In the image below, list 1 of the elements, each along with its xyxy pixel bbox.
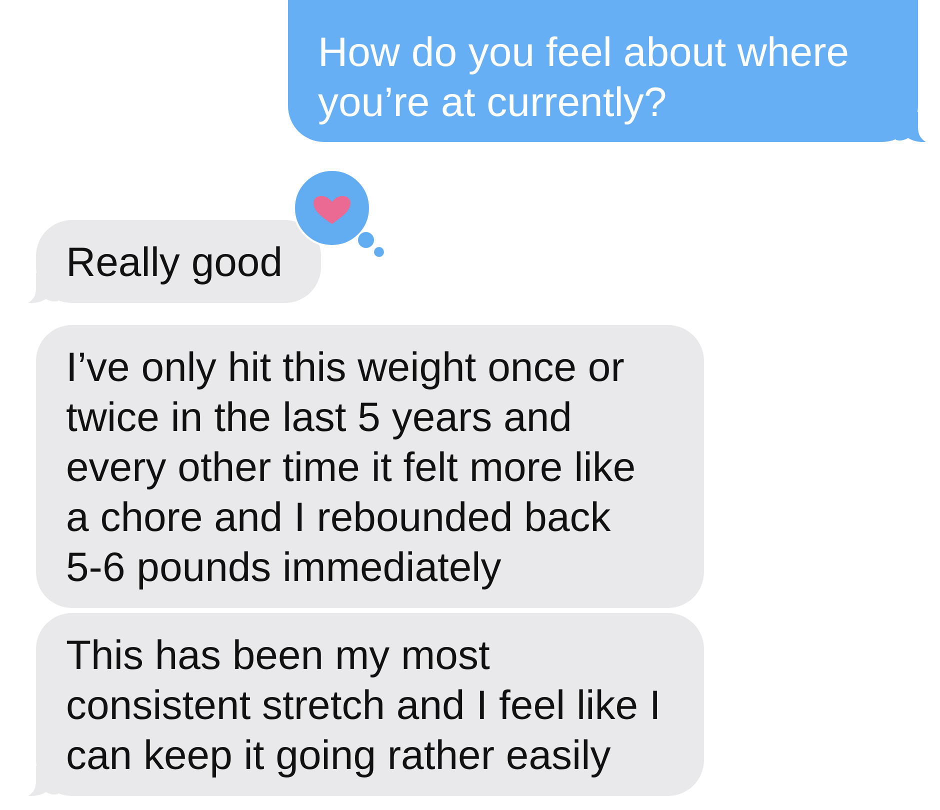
- message-bubble: I’ve only hit this weight once or twice in the last 5 years and every other time it felt more like a chore and I rebounded back 5-6 pounds immediately: [36, 325, 704, 608]
